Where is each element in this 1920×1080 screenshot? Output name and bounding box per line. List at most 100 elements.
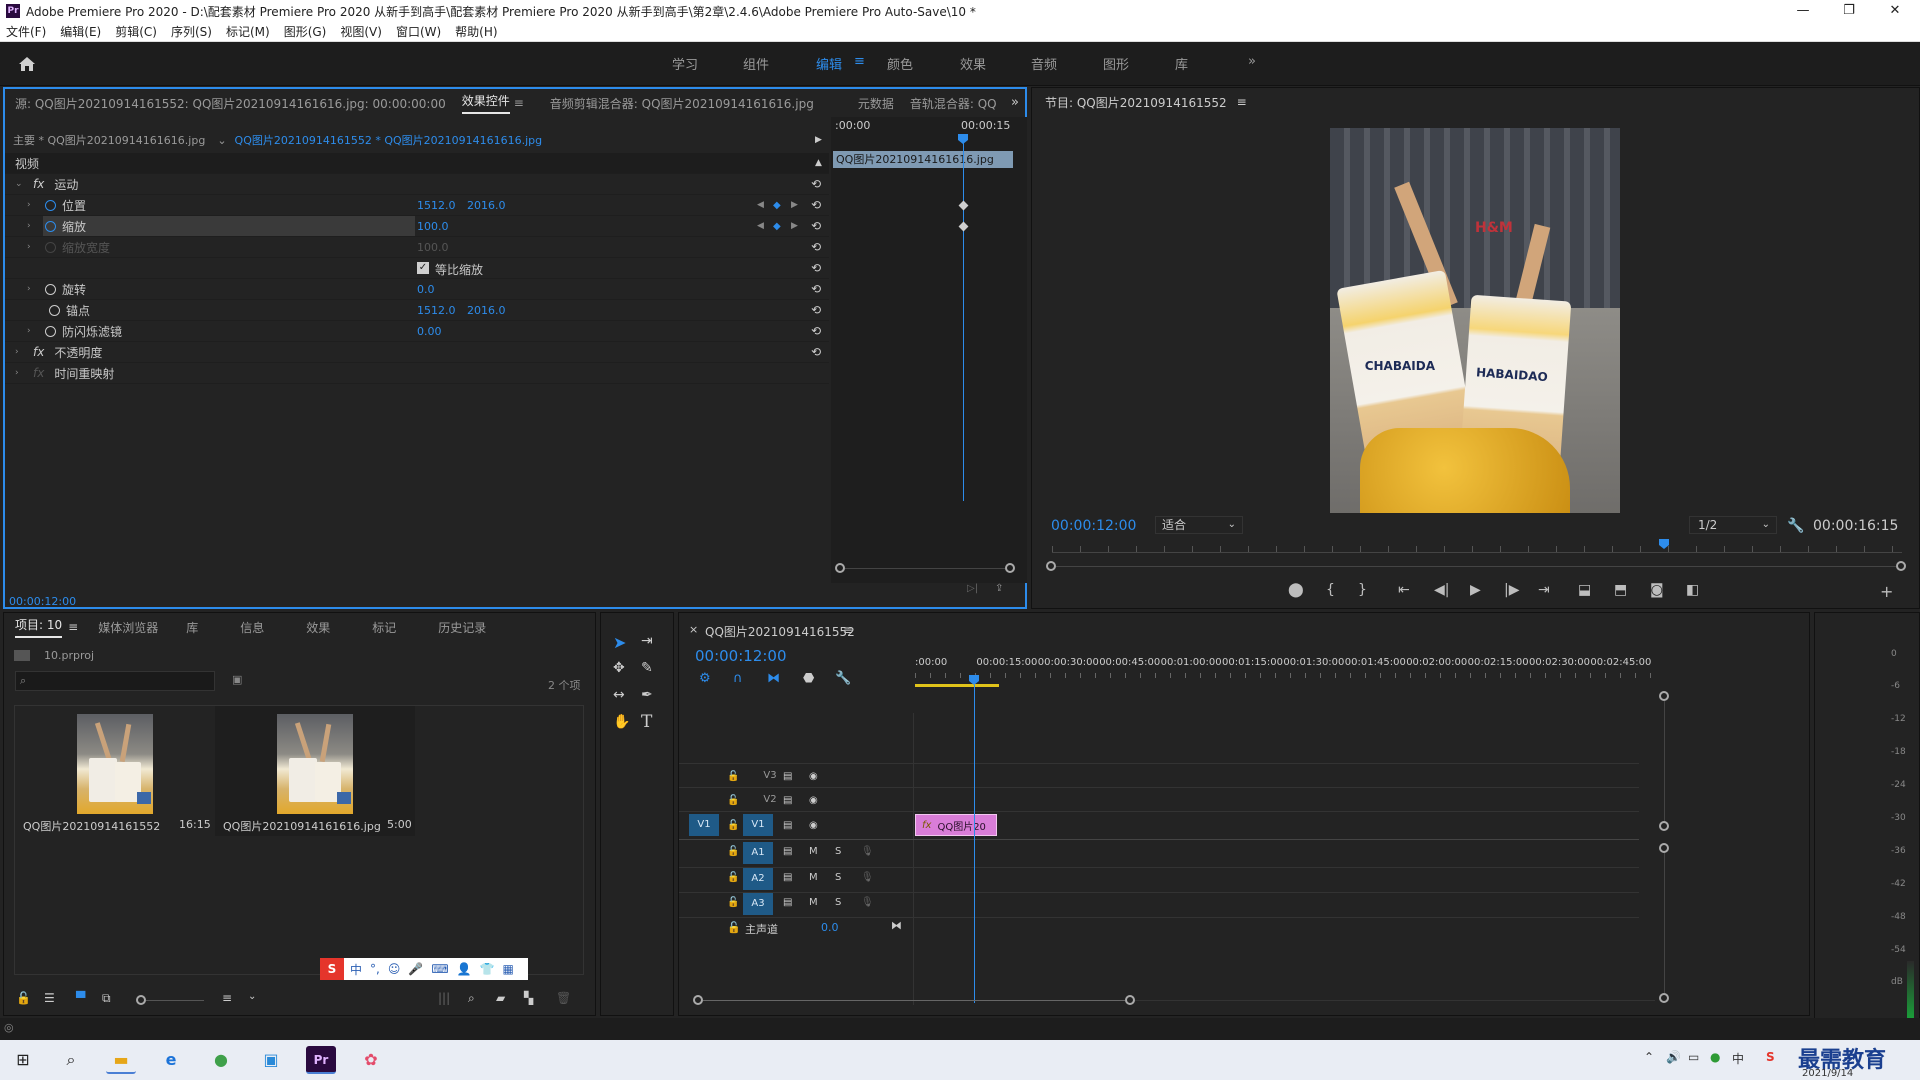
position-reset-icon[interactable]: ⟲ (811, 198, 821, 212)
file-explorer-icon[interactable]: ▬ (106, 1046, 136, 1074)
v2-target[interactable]: V2 (755, 789, 785, 811)
extract-icon[interactable]: ⬒ (1614, 582, 1627, 598)
menu-edit[interactable]: 编辑(E) (60, 23, 101, 40)
a-scroll-top-handle[interactable] (1659, 843, 1669, 853)
master-clip-label[interactable]: 主要 * QQ图片20210914161616.jpg (13, 132, 205, 148)
linked-selection-icon[interactable]: ⧓ (767, 671, 780, 686)
tray-volume-icon[interactable]: 🔊 (1666, 1050, 1681, 1064)
program-zoom-left-handle[interactable] (1046, 561, 1056, 571)
timeline-menu-icon[interactable]: ≡ (843, 623, 853, 637)
hand-tool-icon[interactable]: ✋ (613, 714, 630, 730)
rotation-row[interactable]: › 旋转 0.0 ⟲ (5, 279, 829, 300)
menu-help[interactable]: 帮助(H) (455, 23, 497, 40)
lift-icon[interactable]: ⬓ (1578, 582, 1591, 598)
workspace-tab-learn[interactable]: 学习 (672, 54, 698, 73)
panel-overflow-icon[interactable]: » (1011, 95, 1019, 110)
ime-toolbox-icon[interactable]: ▦ (503, 962, 514, 976)
tab-effect-controls[interactable]: 效果控件 (461, 92, 510, 114)
menu-clip[interactable]: 剪辑(C) (115, 23, 157, 40)
slip-tool-icon[interactable]: ↔ (613, 687, 625, 703)
tray-app-icon[interactable]: ● (1710, 1050, 1720, 1064)
tab-source[interactable]: 源: QQ图片20210914161552: QQ图片2021091416161… (15, 95, 446, 112)
v1-source-patch[interactable]: V1 (689, 814, 719, 836)
motion-row[interactable]: ⌄ fx 运动 ⟲ (5, 174, 829, 195)
scale-row[interactable]: › 缩放 100.0 ◀ ◆ ▶ ⟲ (5, 216, 829, 237)
position-x-value[interactable]: 1512.0 (417, 199, 456, 212)
v1-clip[interactable]: fx QQ图片20 (915, 814, 997, 836)
v1-target[interactable]: V1 (743, 814, 773, 836)
export-frame-icon[interactable]: ◙ (1650, 582, 1664, 598)
uniform-scale-reset-icon[interactable]: ⟲ (811, 261, 821, 275)
anchor-x-value[interactable]: 1512.0 (417, 304, 456, 317)
list-view-icon[interactable]: ☰ (44, 991, 55, 1005)
export-icon[interactable]: ⇪ (995, 583, 1003, 594)
project-menu-icon[interactable]: ≡ (68, 620, 78, 634)
fit-dropdown[interactable]: 适合 ⌄ (1155, 516, 1243, 534)
project-search-input[interactable]: ⌕ (15, 671, 215, 691)
project-item[interactable]: QQ图片20210914161616.jpg 5:00 (215, 706, 415, 836)
add-marker-timeline-icon[interactable]: ⬣ (803, 671, 814, 686)
rotation-value[interactable]: 0.0 (417, 283, 435, 296)
kf-zoom-right-handle[interactable] (1005, 563, 1015, 573)
photos-icon[interactable]: ▣ (256, 1046, 286, 1074)
a3-mute-button[interactable]: M (809, 897, 818, 908)
step-back-icon[interactable]: ◀| (1434, 582, 1449, 598)
kf-clip-bar[interactable]: QQ图片20210914161616.jpg (833, 151, 1013, 168)
rotation-stopwatch-icon[interactable] (45, 283, 56, 295)
rotation-reset-icon[interactable]: ⟲ (811, 282, 821, 296)
workspace-tab-assembly[interactable]: 组件 (743, 54, 769, 73)
horizontal-scrollbar[interactable] (703, 1000, 1125, 1001)
scale-value[interactable]: 100.0 (417, 220, 449, 233)
flicker-row[interactable]: › 防闪烁滤镜 0.00 ⟲ (5, 321, 829, 342)
trash-icon[interactable]: 🗑 (556, 991, 571, 1005)
master-volume-value[interactable]: 0.0 (821, 921, 839, 934)
tab-audio-clip-mixer[interactable]: 音频剪辑混合器: QQ图片20210914161616.jpg (550, 95, 814, 112)
motion-reset-icon[interactable]: ⟲ (811, 177, 821, 191)
pen-tool-icon[interactable]: ✒ (641, 687, 653, 703)
find-icon[interactable]: ⌕ (468, 991, 475, 1006)
tab-effects[interactable]: 效果 (306, 619, 330, 636)
program-scrub-bar[interactable] (1052, 552, 1902, 553)
v3-sync-lock-icon[interactable]: ▤ (783, 771, 792, 782)
menu-graphics[interactable]: 图形(G) (284, 23, 327, 40)
timeline-timecode[interactable]: 00:00:12:00 (695, 647, 787, 665)
workspace-tab-libraries[interactable]: 库 (1175, 54, 1188, 73)
a-scroll-bottom-handle[interactable] (1659, 993, 1669, 1003)
tray-network-icon[interactable]: ▭ (1688, 1050, 1699, 1064)
v3-eye-icon[interactable]: ◉ (809, 771, 818, 782)
flicker-value[interactable]: 0.00 (417, 325, 442, 338)
workspace-tab-editing[interactable]: 编辑 (816, 54, 842, 73)
clip-dropdown-icon[interactable]: ⌄ (217, 134, 226, 147)
anchor-stopwatch-icon[interactable] (49, 304, 60, 316)
program-zoom-right-handle[interactable] (1896, 561, 1906, 571)
ime-skin-icon[interactable]: 👕 (480, 962, 495, 976)
a3-sync-lock-icon[interactable]: ▤ (783, 897, 792, 908)
ime-keyboard-icon[interactable]: ⌨ (431, 962, 448, 976)
h-scroll-left-handle[interactable] (693, 995, 703, 1005)
thumbnail-size-slider[interactable] (136, 995, 146, 1005)
go-to-out-icon[interactable]: ⇥ (1538, 582, 1550, 598)
keyframe-timeline[interactable]: :00:00 00:00:15 QQ图片20210914161616.jpg ▷… (831, 117, 1027, 594)
scale-stopwatch-icon[interactable] (45, 220, 56, 232)
tab-markers[interactable]: 标记 (372, 619, 396, 636)
play-icon[interactable]: ▶ (1470, 582, 1481, 598)
workspace-tab-color[interactable]: 颜色 (887, 54, 913, 73)
tab-program[interactable]: 节目: QQ图片20210914161552 (1045, 94, 1227, 111)
v2-sync-lock-icon[interactable]: ▤ (783, 795, 792, 806)
tray-sogou-icon[interactable]: S (1766, 1050, 1775, 1064)
a2-mute-button[interactable]: M (809, 872, 818, 883)
anchor-reset-icon[interactable]: ⟲ (811, 303, 821, 317)
rotation-twirl-icon[interactable]: › (27, 284, 39, 294)
kf-zoom-left-handle[interactable] (835, 563, 845, 573)
snap-icon[interactable]: ∩ (733, 671, 743, 686)
workspace-more-icon[interactable]: » (1248, 54, 1256, 69)
opacity-row[interactable]: › fx 不透明度 ⟲ (5, 342, 829, 363)
menu-file[interactable]: 文件(F) (6, 23, 46, 40)
search-taskbar-icon[interactable]: ⌕ (56, 1046, 86, 1074)
workspace-tab-graphics[interactable]: 图形 (1103, 54, 1129, 73)
anchor-row[interactable]: 锚点 1512.0 2016.0 ⟲ (5, 300, 829, 321)
flicker-twirl-icon[interactable]: › (27, 326, 39, 336)
ripple-edit-tool-icon[interactable]: ✥ (613, 660, 625, 676)
v1-eye-icon[interactable]: ◉ (809, 820, 818, 831)
program-timecode[interactable]: 00:00:12:00 (1051, 518, 1136, 534)
